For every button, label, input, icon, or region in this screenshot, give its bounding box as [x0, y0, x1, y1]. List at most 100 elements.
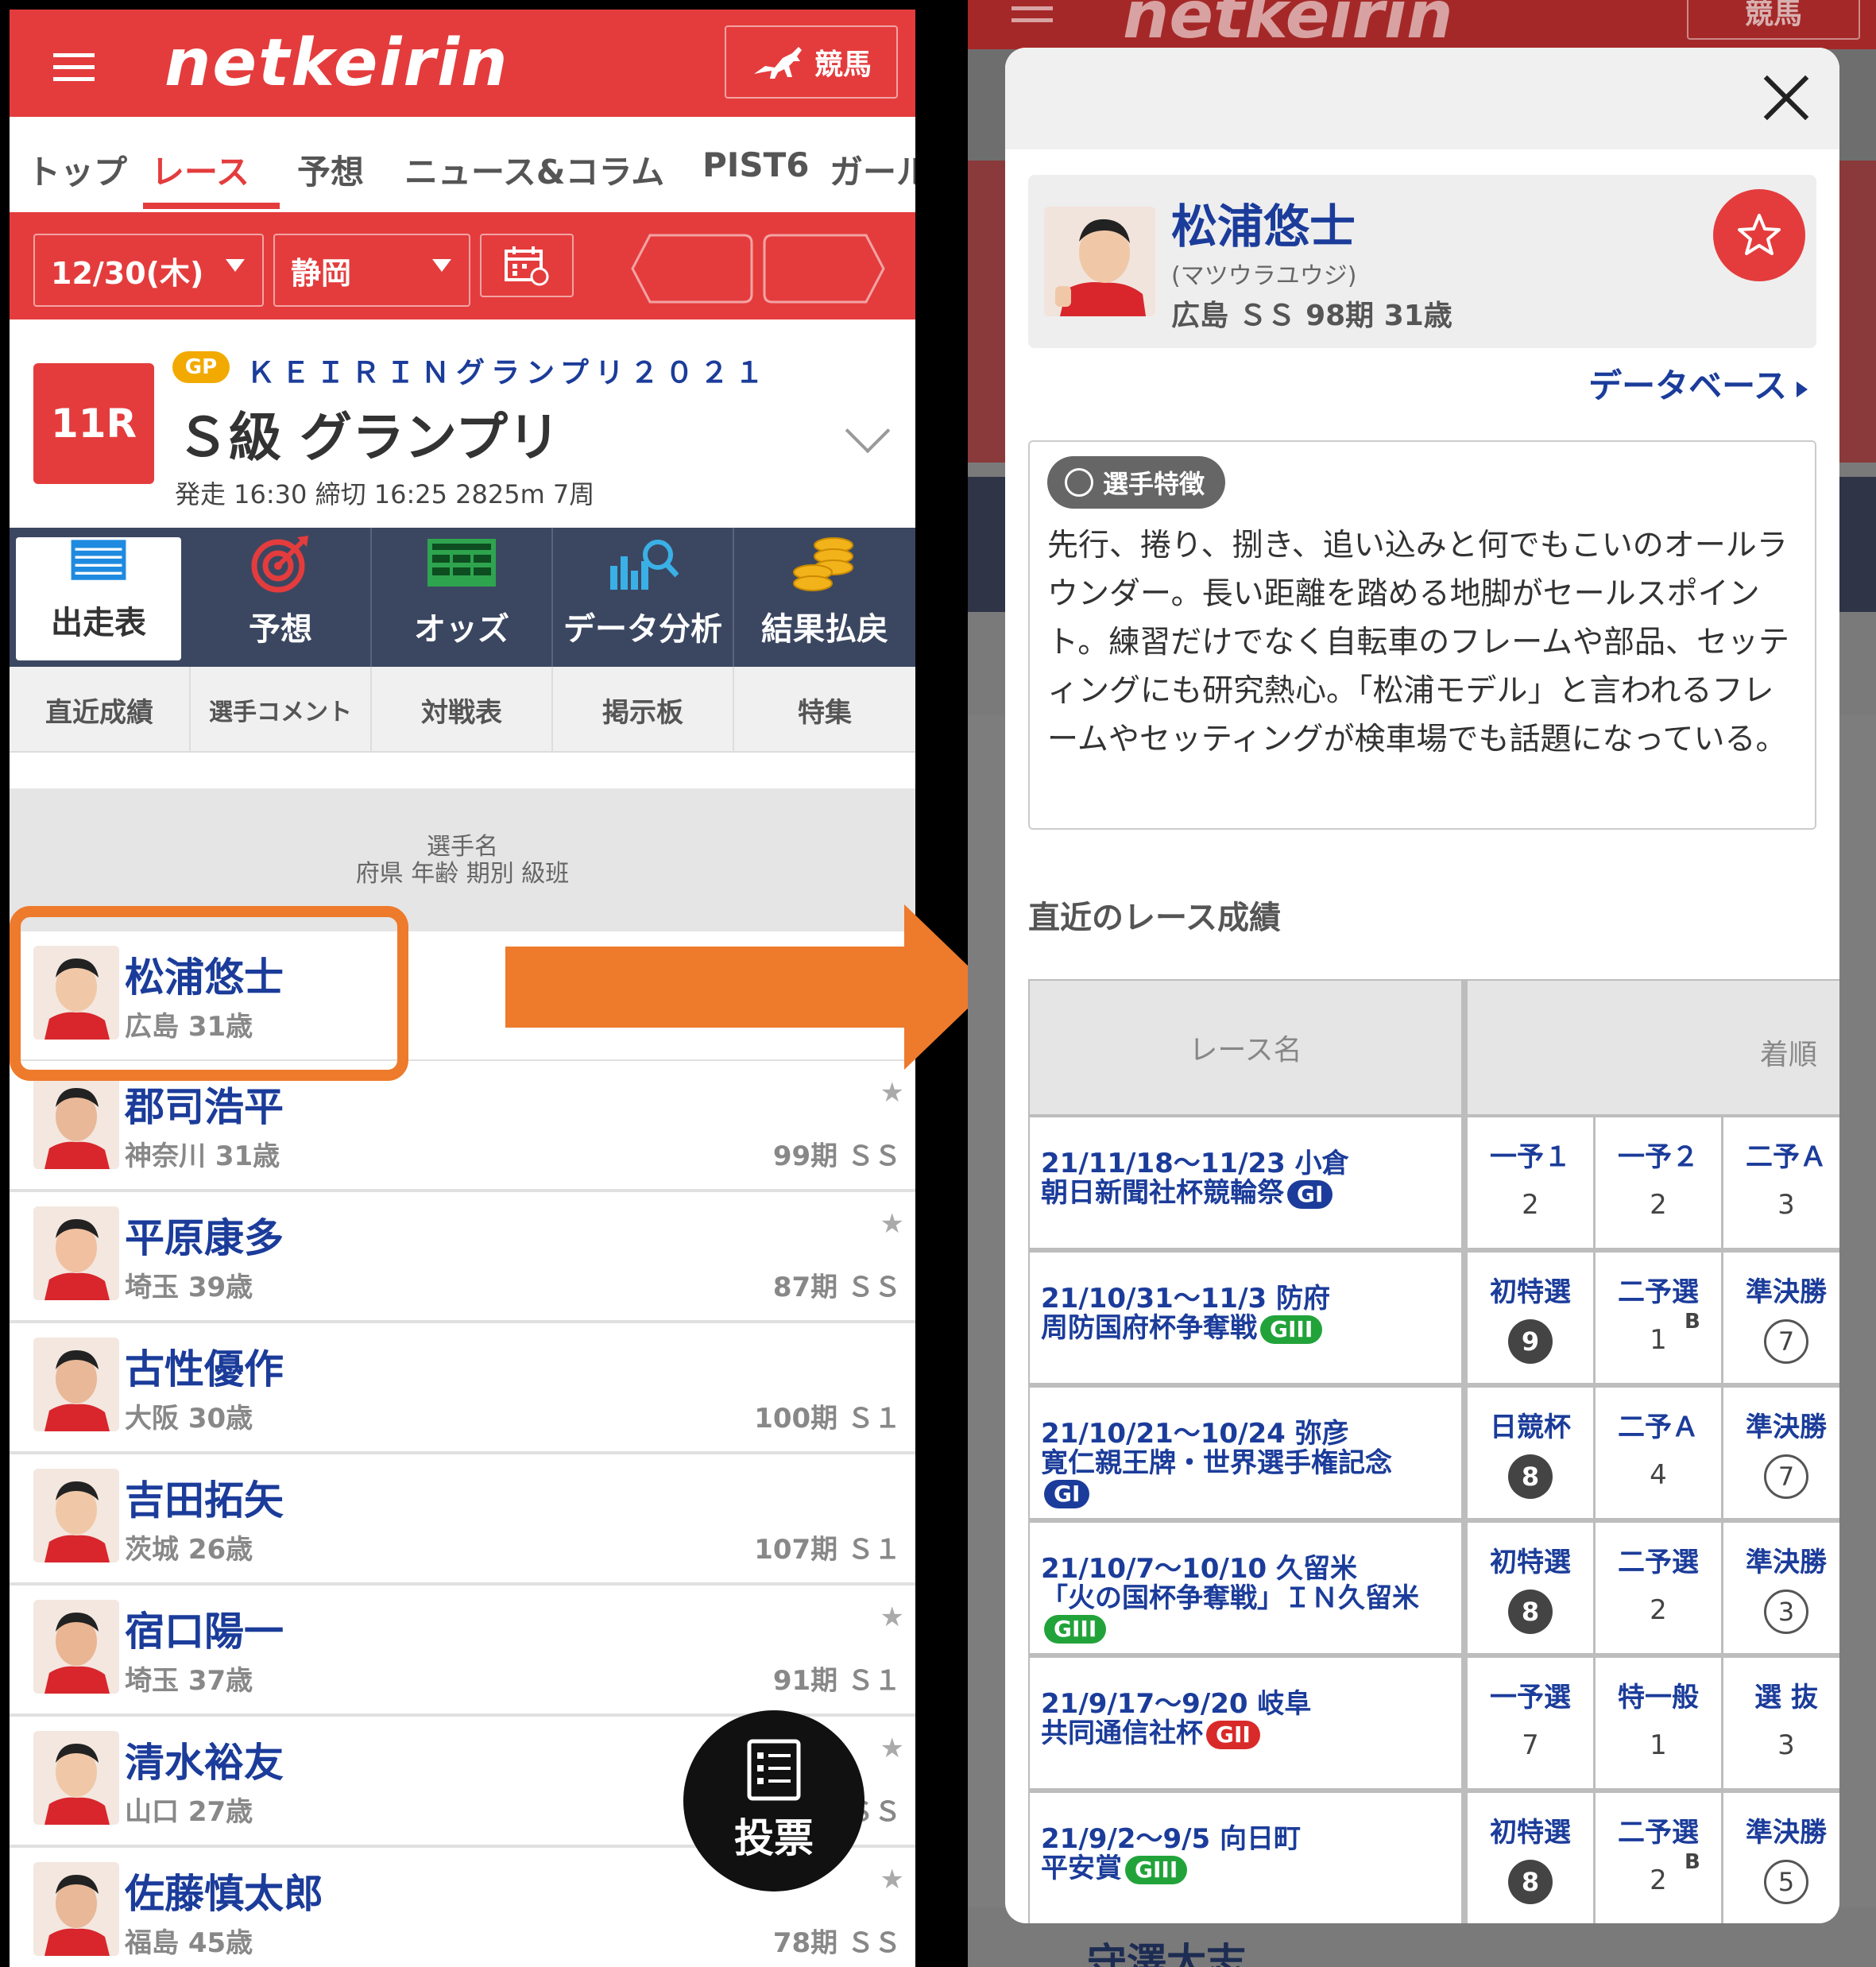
rider-name: 松浦悠士: [1171, 199, 1356, 254]
menu-icon[interactable]: [53, 53, 95, 82]
chevron-down-icon[interactable]: [845, 408, 891, 454]
subtab-board[interactable]: 掲示板: [553, 667, 734, 753]
race-name-cell[interactable]: 21/9/17～9/20 岐阜 共同通信社杯 GII: [1030, 1658, 1461, 1788]
race-name-cell[interactable]: 21/9/2～9/5 向日町 平安賞 GIII: [1030, 1793, 1461, 1923]
event-name: ＫＥＩＲＩＮグランプリ２０２１: [246, 357, 770, 389]
keiba-button: 競馬: [1687, 0, 1860, 40]
database-link[interactable]: データベース: [1588, 359, 1808, 408]
tab-label: 予想: [249, 611, 312, 648]
vote-button[interactable]: 投票: [683, 1710, 865, 1891]
nav-top[interactable]: トップ: [27, 145, 127, 194]
race-title: 平安賞 GIII: [1041, 1854, 1461, 1884]
rider-avatar: [33, 1206, 119, 1300]
race-name-cell[interactable]: 21/10/31～11/3 防府 周防国府杯争奪戦 GIII: [1030, 1253, 1461, 1383]
nav-girls[interactable]: ガール: [830, 145, 915, 194]
recent-results-title: 直近のレース成績: [1028, 900, 1281, 936]
dropdown-arrow-icon: [226, 259, 245, 272]
rider-row[interactable]: 吉田拓矢 茨城 26歳 107期 Ｓ１: [10, 1454, 915, 1586]
race-title: 共同通信社杯 GII: [1041, 1719, 1461, 1749]
stage-label: 日競杯: [1490, 1411, 1571, 1443]
result-cell: 特一般 1: [1596, 1658, 1721, 1788]
rider-name[interactable]: 佐藤慎太郎: [125, 1862, 323, 1919]
tab-results[interactable]: 結果払戻: [734, 528, 915, 667]
rider-name[interactable]: 吉田拓矢: [125, 1469, 284, 1526]
race-name-cell[interactable]: 21/10/7～10/10 久留米 「火の国杯争奪戦」ＩＮ久留米 GIII: [1030, 1523, 1461, 1653]
subtab-features[interactable]: 特集: [734, 667, 915, 753]
rider-row[interactable]: 平原康多 埼玉 39歳 87期 ＳＳ ★: [10, 1192, 915, 1323]
stage-label: 準決勝: [1746, 1817, 1827, 1849]
finish-position: 4: [1650, 1459, 1667, 1491]
keiba-button[interactable]: 競馬: [725, 25, 898, 99]
rider-prefecture-age: 埼玉 37歳: [125, 1665, 253, 1697]
rider-row[interactable]: 宿口陽一埼玉 37歳 91期 Ｓ１ ★: [10, 1586, 915, 1717]
stage-label: 準決勝: [1746, 1547, 1827, 1578]
rider-term-class: 91期 Ｓ１: [772, 1665, 901, 1697]
stage-label: 初特選: [1490, 1547, 1571, 1578]
stage-label: 二予Ａ: [1746, 1141, 1827, 1173]
star-icon: ★: [880, 1601, 904, 1633]
calendar-button[interactable]: [480, 234, 574, 297]
race-date-venue: 21/9/17～9/20 岐阜: [1041, 1688, 1312, 1720]
tab-entries[interactable]: 出走表: [16, 537, 181, 660]
stage-label: 初特選: [1490, 1817, 1571, 1849]
race-title: 朝日新聞社杯競輪祭 GI: [1041, 1179, 1461, 1209]
race-name-cell[interactable]: 21/10/21～10/24 弥彦 寛仁親王牌・世界選手権記念 GI: [1030, 1388, 1461, 1518]
result-cell: 準決勝 7: [1723, 1253, 1839, 1383]
target-icon: [251, 536, 308, 593]
favorite-button[interactable]: [1713, 189, 1805, 281]
race-title: 「火の国杯争奪戦」ＩＮ久留米: [1041, 1584, 1461, 1613]
analysis-chart-icon: [610, 540, 679, 590]
tab-data-analysis[interactable]: データ分析: [553, 528, 734, 667]
subtab-recent[interactable]: 直近成績: [10, 667, 191, 753]
stage-label: 一予１: [1490, 1141, 1571, 1173]
coins-icon: [793, 537, 853, 591]
result-cell: 二予Ａ 4: [1596, 1388, 1721, 1518]
column-race-name: レース名: [1030, 981, 1461, 1114]
rider-name[interactable]: 古性優作: [125, 1338, 284, 1395]
rider-name[interactable]: 清水裕友: [125, 1731, 284, 1788]
race-title-text: 「火の国杯争奪戦」ＩＮ久留米: [1041, 1582, 1419, 1614]
keiba-label: 競馬: [814, 48, 872, 81]
dropdown-arrow-icon: [432, 259, 451, 272]
race-date-venue: 21/10/21～10/24 弥彦: [1041, 1418, 1349, 1450]
subtab-matchups[interactable]: 対戦表: [372, 667, 553, 753]
date-value: 12/30(木): [51, 255, 204, 291]
date-select[interactable]: 12/30(木): [33, 234, 264, 307]
stage-label: 準決勝: [1746, 1411, 1827, 1443]
nav-news[interactable]: ニュース&コラム: [404, 145, 664, 194]
app-header: netkeirin 競馬: [10, 10, 915, 117]
nav-race[interactable]: レース: [151, 145, 249, 194]
nav-pist6[interactable]: PIST6: [702, 145, 810, 184]
rider-name[interactable]: 宿口陽一: [125, 1600, 284, 1657]
race-title-text: 周防国府杯争奪戦: [1041, 1312, 1257, 1344]
tab-odds[interactable]: オッズ: [372, 528, 553, 667]
venue-select[interactable]: 静岡: [273, 234, 470, 307]
gp-badge: GP: [172, 351, 230, 383]
finish-position: 7: [1764, 1454, 1808, 1499]
feature-tag-label: 選手特徴: [1103, 469, 1205, 499]
grade-badge: GIII: [1260, 1315, 1323, 1344]
close-icon[interactable]: [1760, 72, 1812, 124]
rider-avatar: [1044, 207, 1155, 316]
netkeirin-logo[interactable]: netkeirin: [164, 25, 509, 101]
rider-prefecture-age: 神奈川 31歳: [125, 1140, 280, 1172]
nav-prediction[interactable]: 予想: [297, 145, 364, 194]
recent-results-table: レース名 着順 21/11/18～11/23 小倉 朝日新聞社杯競輪祭 GI 一予１ 2…: [1028, 979, 1839, 1923]
rider-term-class: 107期 Ｓ１: [754, 1534, 901, 1566]
tab-prediction[interactable]: 予想: [191, 528, 372, 667]
stage-label: 二予選: [1618, 1276, 1699, 1308]
next-race-button[interactable]: [763, 234, 885, 304]
rider-name[interactable]: 郡司浩平: [125, 1075, 284, 1133]
rider-row[interactable]: 古性優作 大阪 30歳 100期 Ｓ１: [10, 1323, 915, 1454]
race-name-cell[interactable]: 21/11/18～11/23 小倉 朝日新聞社杯競輪祭 GI: [1030, 1117, 1461, 1248]
subtab-comments[interactable]: 選手コメント: [191, 667, 372, 753]
rider-avatar: [33, 1075, 119, 1169]
table-row: 21/10/31～11/3 防府 周防国府杯争奪戦 GIII 初特選 9 二予選 1 B 準決勝…: [1028, 1253, 1839, 1386]
race-selector-bar: 12/30(木) 静岡: [10, 212, 915, 319]
prev-race-button[interactable]: [631, 234, 753, 304]
grade-badge: GI: [1287, 1179, 1333, 1209]
vote-label: 投票: [734, 1815, 814, 1861]
rider-details: 広島 ＳＳ 98期 31歳: [1171, 300, 1452, 332]
rider-name[interactable]: 平原康多: [125, 1206, 284, 1264]
race-number-badge: 11R: [33, 363, 154, 484]
